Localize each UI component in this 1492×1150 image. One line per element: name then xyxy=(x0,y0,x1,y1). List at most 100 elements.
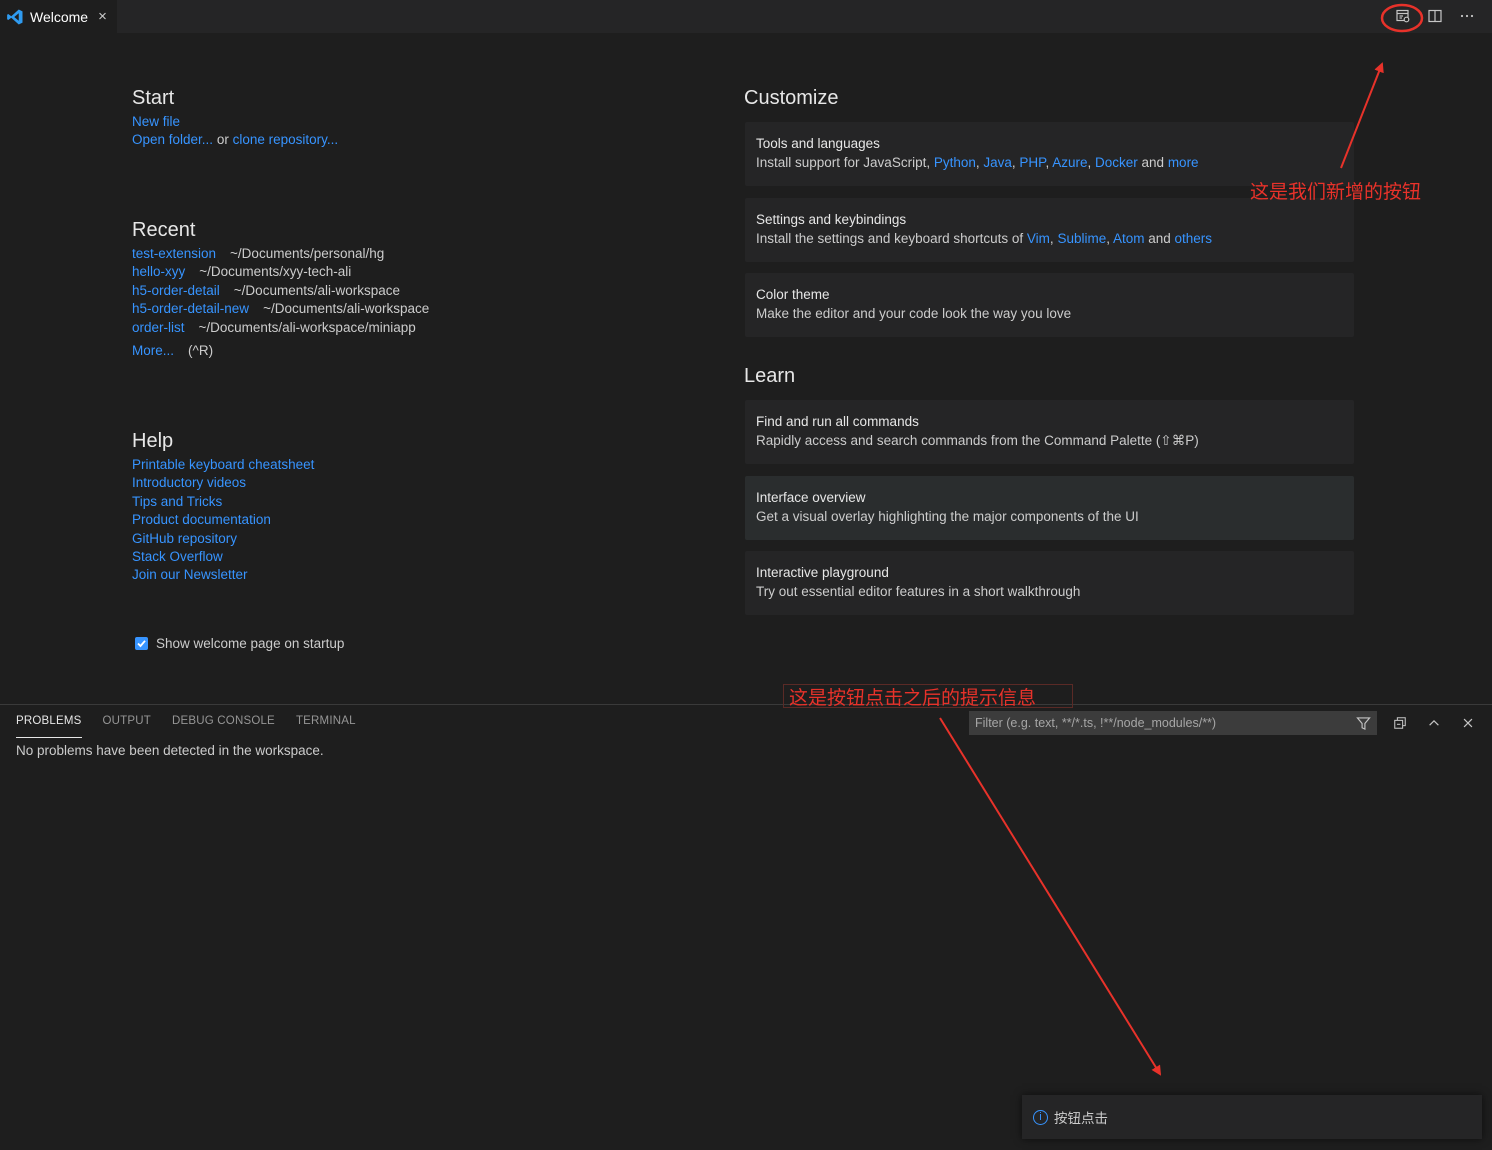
startup-checkbox-row: Show welcome page on startup xyxy=(135,636,344,651)
learn-heading: Learn xyxy=(744,365,796,387)
tab-label: Welcome xyxy=(30,8,89,25)
more-actions-icon[interactable] xyxy=(1456,5,1478,27)
editor-tab-bar: Welcome × xyxy=(0,0,1492,33)
php-link[interactable]: PHP xyxy=(1019,155,1045,170)
card-title: Settings and keybindings xyxy=(756,212,907,227)
card-interface-overview[interactable]: Interface overview Get a visual overlay … xyxy=(745,476,1354,540)
separator: , xyxy=(1106,231,1113,246)
help-heading: Help xyxy=(132,430,174,452)
recent-item-link[interactable]: order-list xyxy=(132,319,185,337)
more-recent-link[interactable]: More... xyxy=(132,342,174,360)
close-icon[interactable]: × xyxy=(98,8,107,25)
card-description: Rapidly access and search commands from … xyxy=(756,433,1199,448)
card-interactive-playground[interactable]: Interactive playground Try out essential… xyxy=(745,551,1354,615)
customize-heading: Customize xyxy=(744,87,839,109)
chevron-up-icon[interactable] xyxy=(1424,714,1444,732)
recent-item-path: ~/Documents/xyy-tech-ali xyxy=(199,264,352,280)
recent-item-link[interactable]: h5-order-detail-new xyxy=(132,300,249,318)
filter-placeholder: Filter (e.g. text, **/*.ts, !**/node_mod… xyxy=(975,716,1217,730)
card-title: Color theme xyxy=(756,287,830,302)
help-link-newsletter[interactable]: Join our Newsletter xyxy=(132,567,248,582)
tab-welcome[interactable]: Welcome × xyxy=(0,0,117,33)
card-settings-keybindings[interactable]: Settings and keybindings Install the set… xyxy=(745,198,1354,262)
sublime-link[interactable]: Sublime xyxy=(1057,231,1106,246)
bottom-panel: PROBLEMS OUTPUT DEBUG CONSOLE TERMINAL F… xyxy=(0,704,1492,1150)
startup-checkbox-label: Show welcome page on startup xyxy=(156,636,345,651)
card-description: Install the settings and keyboard shortc… xyxy=(756,229,1343,248)
azure-link[interactable]: Azure xyxy=(1052,155,1087,170)
list-item: hello-xyy ~/Documents/xyy-tech-ali xyxy=(132,263,429,281)
editor-actions xyxy=(1392,5,1478,27)
card-text: Install support for JavaScript, xyxy=(756,155,934,170)
help-link-stackoverflow[interactable]: Stack Overflow xyxy=(132,549,223,564)
start-links: New file Open folder... or clone reposit… xyxy=(132,113,338,150)
recent-item-path: ~/Documents/personal/hg xyxy=(230,246,385,261)
java-link[interactable]: Java xyxy=(983,155,1012,170)
open-folder-link[interactable]: Open folder... xyxy=(132,132,213,147)
help-link-cheatsheet[interactable]: Printable keyboard cheatsheet xyxy=(132,457,314,472)
card-color-theme[interactable]: Color theme Make the editor and your cod… xyxy=(745,273,1354,337)
notification-text: 按钮点击 xyxy=(1054,1111,1108,1126)
or-text: or xyxy=(213,132,233,148)
vscode-icon xyxy=(7,9,23,24)
notification-toast[interactable]: i 按钮点击 xyxy=(1022,1095,1482,1139)
new-action-icon[interactable] xyxy=(1392,5,1414,27)
filter-icon[interactable] xyxy=(1356,716,1371,731)
help-link-github[interactable]: GitHub repository xyxy=(132,531,237,546)
atom-link[interactable]: Atom xyxy=(1113,231,1145,246)
help-link-videos[interactable]: Introductory videos xyxy=(132,475,246,490)
others-link[interactable]: others xyxy=(1175,231,1213,246)
recent-heading: Recent xyxy=(132,219,196,241)
tab-debug-console[interactable]: DEBUG CONSOLE xyxy=(172,715,275,737)
card-text: Install the settings and keyboard shortc… xyxy=(756,231,1027,246)
python-link[interactable]: Python xyxy=(934,155,976,170)
close-panel-icon[interactable] xyxy=(1458,714,1478,732)
recent-more-row: More... (^R) xyxy=(132,342,429,360)
collapse-all-icon[interactable] xyxy=(1390,714,1410,732)
more-tools-link[interactable]: more xyxy=(1168,155,1199,170)
card-title: Interface overview xyxy=(756,490,866,505)
new-file-link[interactable]: New file xyxy=(132,114,180,129)
panel-actions xyxy=(1390,714,1478,732)
problems-message: No problems have been detected in the wo… xyxy=(16,743,324,758)
shortcut-hint: (^R) xyxy=(188,342,214,358)
panel-tabs: PROBLEMS OUTPUT DEBUG CONSOLE TERMINAL xyxy=(16,715,356,738)
recent-item-path: ~/Documents/ali-workspace/miniapp xyxy=(198,319,416,335)
startup-checkbox[interactable] xyxy=(135,637,148,650)
card-description: Make the editor and your code look the w… xyxy=(756,306,1072,321)
card-title: Interactive playground xyxy=(756,565,889,580)
recent-item-link[interactable]: h5-order-detail xyxy=(132,282,220,300)
list-item: test-extension ~/Documents/personal/hg xyxy=(132,245,429,263)
list-item: h5-order-detail ~/Documents/ali-workspace xyxy=(132,282,429,300)
card-description: Get a visual overlay highlighting the ma… xyxy=(756,509,1139,524)
help-link-docs[interactable]: Product documentation xyxy=(132,512,271,527)
vim-link[interactable]: Vim xyxy=(1027,231,1050,246)
card-description: Try out essential editor features in a s… xyxy=(756,584,1081,599)
problems-filter-input[interactable]: Filter (e.g. text, **/*.ts, !**/node_mod… xyxy=(969,711,1377,735)
recent-item-path: ~/Documents/ali-workspace xyxy=(263,301,430,317)
docker-link[interactable]: Docker xyxy=(1095,155,1138,170)
help-links: Printable keyboard cheatsheet Introducto… xyxy=(132,456,314,585)
list-item: order-list ~/Documents/ali-workspace/mini… xyxy=(132,319,429,337)
recent-item-link[interactable]: test-extension xyxy=(132,245,216,263)
info-icon: i xyxy=(1033,1109,1048,1125)
card-title: Find and run all commands xyxy=(756,414,919,429)
annotation-new-button: 这是我们新增的按钮 xyxy=(1250,181,1422,203)
split-editor-icon[interactable] xyxy=(1424,5,1446,27)
recent-item-link[interactable]: hello-xyy xyxy=(132,263,185,281)
annotation-tip: 这是按钮点击之后的提示信息 xyxy=(789,687,1037,709)
tab-problems[interactable]: PROBLEMS xyxy=(16,715,82,738)
tab-output[interactable]: OUTPUT xyxy=(103,715,151,737)
and-text: and xyxy=(1137,155,1168,170)
card-find-commands[interactable]: Find and run all commands Rapidly access… xyxy=(745,400,1354,464)
clone-repository-link[interactable]: clone repository... xyxy=(233,132,339,147)
separator: , xyxy=(1087,155,1096,170)
recent-item-path: ~/Documents/ali-workspace xyxy=(233,282,400,298)
start-heading: Start xyxy=(132,87,175,109)
help-link-tips[interactable]: Tips and Tricks xyxy=(132,494,222,509)
tab-terminal[interactable]: TERMINAL xyxy=(296,715,356,737)
card-title: Tools and languages xyxy=(756,136,880,151)
and-text: and xyxy=(1144,231,1175,246)
card-description: Install support for JavaScript, Python, … xyxy=(756,153,1343,172)
recent-list: test-extension ~/Documents/personal/hg he… xyxy=(132,245,429,360)
